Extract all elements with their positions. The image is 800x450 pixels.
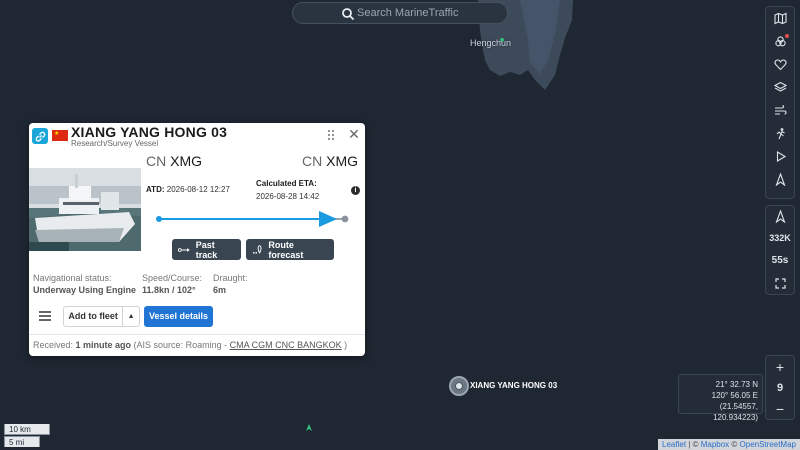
decimal-coordinates: (21.54557, 120.934223): [713, 402, 758, 422]
notification-dot: [785, 34, 789, 38]
add-to-fleet-button[interactable]: Add to fleet: [64, 307, 124, 326]
openstreetmap-link[interactable]: OpenStreetMap: [740, 440, 796, 449]
zoom-level: 9: [776, 381, 784, 394]
vessel-details-button[interactable]: Vessel details: [144, 306, 213, 327]
longitude: 120° 56.05 E: [711, 391, 758, 400]
zoom-in-button[interactable]: +: [765, 356, 795, 377]
atd-info: ATD: 2026-08-12 12:27: [146, 185, 230, 194]
vessel-map-label: XIANG YANG HONG 03: [470, 381, 558, 390]
play-icon[interactable]: [765, 145, 795, 168]
vessel-popup: ★ XIANG YANG HONG 03 Research/Survey Ves…: [29, 123, 365, 356]
leaflet-link[interactable]: Leaflet: [662, 440, 686, 449]
add-to-fleet-group: Add to fleet ▲: [63, 306, 140, 327]
small-vessel-icon[interactable]: [306, 424, 312, 431]
eta-label: Calculated ETA:: [256, 179, 317, 188]
ais-source-link[interactable]: CMA CGM CNC BANGKOK: [230, 340, 342, 350]
nav-status: Navigational status: Underway Using Engi…: [33, 273, 137, 295]
map-tools-panel: [765, 6, 795, 199]
search-icon: [342, 8, 355, 21]
compass-icon[interactable]: [765, 168, 795, 191]
link-icon[interactable]: [32, 128, 48, 144]
map-attribution: Leaflet | © Mapbox © OpenStreetMap: [658, 439, 800, 450]
vessel-type: Research/Survey Vessel: [71, 139, 159, 148]
vessel-count: 332K: [769, 232, 791, 243]
past-track-button[interactable]: Past track: [172, 239, 241, 260]
search-bar[interactable]: [292, 2, 508, 24]
scale-km: 10 km: [4, 424, 50, 435]
received-info: Received: 1 minute ago (AIS source: Roam…: [33, 340, 348, 350]
draught: Draught: 6m: [213, 273, 248, 295]
scale-mi: 5 mi: [4, 436, 40, 447]
info-icon[interactable]: i: [351, 186, 360, 195]
status-panel: 332K 55s: [765, 205, 795, 295]
measure-icon[interactable]: [765, 122, 795, 145]
favorites-icon[interactable]: [765, 53, 795, 76]
mapbox-link[interactable]: Mapbox: [701, 440, 729, 449]
past-track-icon: [178, 247, 190, 252]
voyage-progress: [156, 211, 349, 227]
latitude: 21° 32.73 N: [715, 380, 758, 389]
route-forecast-icon: [253, 245, 262, 254]
refresh-timer: 55s: [771, 255, 789, 267]
vessel-name[interactable]: XIANG YANG HONG 03: [71, 124, 227, 140]
north-arrow-icon[interactable]: [765, 206, 795, 227]
popup-header: ★ XIANG YANG HONG 03 Research/Survey Ves…: [29, 123, 365, 150]
selected-vessel-marker[interactable]: [449, 376, 469, 396]
eta-value: 2026-08-28 14:42: [256, 192, 320, 201]
zoom-control: + 9 −: [765, 355, 795, 420]
speed-course: Speed/Course: 11.8kn / 102°: [142, 273, 203, 295]
fleet-dropdown-icon[interactable]: ▲: [123, 313, 139, 320]
fullscreen-icon[interactable]: [765, 273, 795, 294]
close-icon[interactable]: ✕: [347, 127, 361, 141]
destination-port[interactable]: CN XMG: [302, 153, 358, 169]
coordinates-readout: 21° 32.73 N 120° 56.05 E (21.54557, 120.…: [678, 374, 763, 422]
route-forecast-button[interactable]: Route forecast: [246, 239, 334, 260]
weather-icon[interactable]: [765, 99, 795, 122]
filters-icon[interactable]: [765, 30, 795, 53]
china-flag-icon: ★: [52, 130, 68, 141]
menu-icon[interactable]: [36, 309, 54, 323]
departure-port[interactable]: CN XMG: [146, 153, 202, 169]
layers-icon[interactable]: [765, 76, 795, 99]
zoom-out-button[interactable]: −: [765, 398, 795, 419]
divider: [29, 334, 365, 335]
drag-handle-icon[interactable]: [327, 129, 337, 143]
town-label: Hengchun: [470, 38, 512, 48]
vessel-photo[interactable]: [29, 168, 141, 251]
search-input[interactable]: [357, 7, 507, 19]
map-icon[interactable]: [765, 7, 795, 30]
